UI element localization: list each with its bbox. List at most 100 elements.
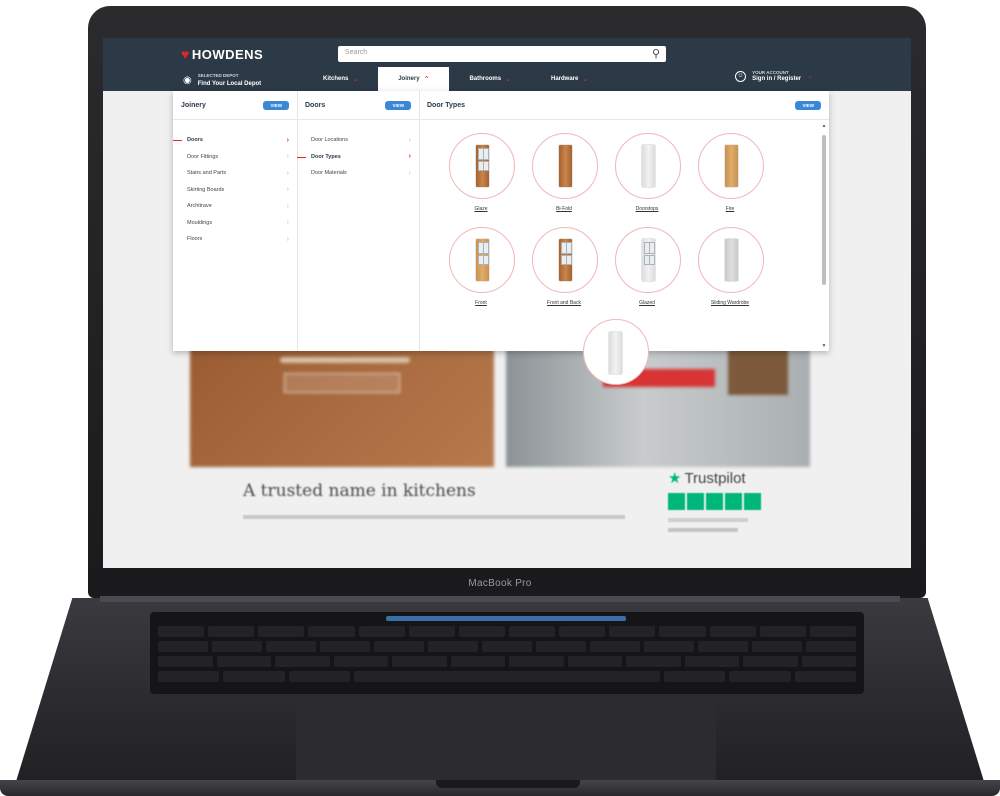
search-input[interactable]: Search ⚲ <box>338 46 666 62</box>
sign-in-link: Sign in / Register <box>752 76 802 82</box>
search-icon[interactable]: ⚲ <box>652 47 660 60</box>
door-image-frame <box>532 227 598 293</box>
door-type-label[interactable]: Front and Back <box>532 300 596 306</box>
chevron-right-icon: › <box>408 136 411 144</box>
glass-pane <box>482 148 489 160</box>
touch-bar <box>386 616 626 621</box>
door-type-tile[interactable]: Front <box>449 227 519 306</box>
view-all-button[interactable]: VIEW <box>263 100 289 110</box>
chevron-right-icon: › <box>286 235 289 243</box>
menu-item[interactable]: Stairs and Parts › <box>173 165 297 182</box>
door-image <box>609 332 622 374</box>
search-placeholder: Search <box>345 49 368 56</box>
door-type-tile[interactable] <box>583 319 649 385</box>
trustpilot-logo: ★ Trustpilot <box>668 469 761 488</box>
chevron-right-icon: › <box>286 202 289 210</box>
trustpilot-name: Trustpilot <box>684 469 746 487</box>
door-type-label[interactable]: Glaze <box>449 206 513 212</box>
chevron-right-icon: › <box>286 153 289 161</box>
door-image-frame <box>615 227 681 293</box>
nav-kitchens[interactable]: Kitchens ⌄ <box>303 67 378 91</box>
depot-label: SELECTED DEPOT <box>197 73 239 78</box>
scroll-down-icon[interactable]: ▼ <box>821 343 827 349</box>
door-image <box>724 239 738 281</box>
howdens-logo[interactable]: ♥ HOWDENS <box>181 46 263 62</box>
door-type-label[interactable]: Sliding Wardrobe <box>698 300 762 306</box>
chevron-right-icon: › <box>408 169 411 177</box>
keyboard <box>150 612 864 694</box>
menu-item-label: Floors <box>187 236 203 243</box>
trustpilot-score-text <box>668 518 748 522</box>
door-type-label[interactable]: Doorstops <box>615 206 679 212</box>
door-image-frame <box>532 133 598 199</box>
door-type-tile[interactable]: Doorstops <box>615 133 685 212</box>
menu-item[interactable]: Mouldings › <box>173 215 297 232</box>
door-image <box>558 239 572 281</box>
glass-pane <box>482 242 489 254</box>
site-header: ♥ HOWDENS Search ⚲ ◉ SELECTED DEPOT Find… <box>103 38 911 91</box>
promo-banner-flooring[interactable] <box>190 337 494 467</box>
menu-item[interactable]: Door Locations › <box>297 132 419 149</box>
chevron-right-icon: › <box>286 136 289 144</box>
view-all-button[interactable]: VIEW <box>385 100 411 110</box>
menu-item[interactable]: Floors › <box>173 231 297 248</box>
door-type-label[interactable]: Front <box>449 300 513 306</box>
laptop-hinge <box>100 596 900 602</box>
view-all-button[interactable]: VIEW <box>795 100 821 110</box>
promo-banner-kitchen[interactable] <box>506 337 810 467</box>
menu-item[interactable]: Skirting Boards › <box>173 182 297 199</box>
menu-column-door-types: Door Types VIEW Glaze Bi-Fold Doorstops Fir… <box>419 91 829 385</box>
find-depot-link[interactable]: ◉ SELECTED DEPOT Find Your Local Depot <box>183 72 261 88</box>
nav-joinery[interactable]: Joinery ⌃ <box>378 67 450 91</box>
joinery-menu-list: Doors › Door Fittings › Stairs and Parts › Ski… <box>173 132 297 248</box>
trustpilot-widget[interactable]: ★ Trustpilot <box>668 469 761 532</box>
scrollbar[interactable]: ▲ ▼ <box>821 123 827 349</box>
laptop-screen: A trusted name in kitchens ★ Trustpilot … <box>103 38 911 568</box>
chevron-down-icon: ⌄ <box>505 76 511 83</box>
nav-label: Kitchens <box>323 76 349 82</box>
glass-pane <box>648 242 655 254</box>
menu-item-label: Skirting Boards <box>187 186 225 193</box>
menu-item[interactable]: Door Materials › <box>297 165 419 182</box>
nav-hardware[interactable]: Hardware ⌄ <box>531 67 608 91</box>
key-row <box>158 656 856 667</box>
door-image-frame <box>615 133 681 199</box>
main-nav: Kitchens ⌄ Joinery ⌃ Bathrooms ⌄ Hardwar… <box>303 67 608 91</box>
menu-column-doors: Doors VIEW Door Locations › Door Types › Doo… <box>297 91 420 351</box>
star-icon: ★ <box>668 470 682 487</box>
door-type-tile[interactable]: Bi-Fold <box>532 133 602 212</box>
scroll-thumb[interactable] <box>822 135 826 285</box>
menu-item[interactable]: Architrave › <box>173 198 297 215</box>
nav-label: Hardware <box>550 76 579 82</box>
column-title: Door Types <box>427 101 465 109</box>
chevron-right-icon: › <box>286 219 289 227</box>
laptop-notch <box>436 780 580 788</box>
menu-column-joinery: Joinery VIEW Doors › Door Fittings › Stairs … <box>173 91 298 351</box>
door-type-tile[interactable]: Glazed <box>615 227 685 306</box>
door-type-tile[interactable]: Front and Back <box>532 227 602 306</box>
menu-item[interactable]: Door Fittings › <box>173 149 297 166</box>
device-label: MacBook Pro <box>468 578 532 589</box>
door-image <box>724 145 738 187</box>
rating-star-icon <box>744 493 761 510</box>
menu-item-label: Door Locations <box>311 137 348 144</box>
column-title: Doors <box>305 101 326 109</box>
door-type-label[interactable]: Fire <box>698 206 762 212</box>
menu-item[interactable]: Doors › <box>173 132 297 149</box>
menu-item-label: Door Materials <box>311 170 347 177</box>
door-type-tile[interactable]: Fire <box>698 133 768 212</box>
menu-item[interactable]: Door Types › <box>297 149 419 166</box>
nav-bathrooms[interactable]: Bathrooms ⌄ <box>449 67 531 91</box>
rating-star-icon <box>725 493 742 510</box>
door-image <box>558 145 572 187</box>
trackpad <box>296 700 716 784</box>
account-link[interactable]: ☺ YOUR ACCOUNT Sign in / Register ⌄ <box>735 69 813 83</box>
chevron-right-icon: › <box>286 186 289 194</box>
door-type-tile[interactable]: Glaze <box>449 133 519 212</box>
scroll-up-icon[interactable]: ▲ <box>821 123 827 129</box>
trust-heading: A trusted name in kitchens <box>243 481 476 501</box>
door-type-label[interactable]: Glazed <box>615 300 679 306</box>
door-type-label[interactable]: Bi-Fold <box>532 206 596 212</box>
door-type-tile[interactable]: Sliding Wardrobe <box>698 227 768 306</box>
promo-button[interactable] <box>284 373 400 393</box>
